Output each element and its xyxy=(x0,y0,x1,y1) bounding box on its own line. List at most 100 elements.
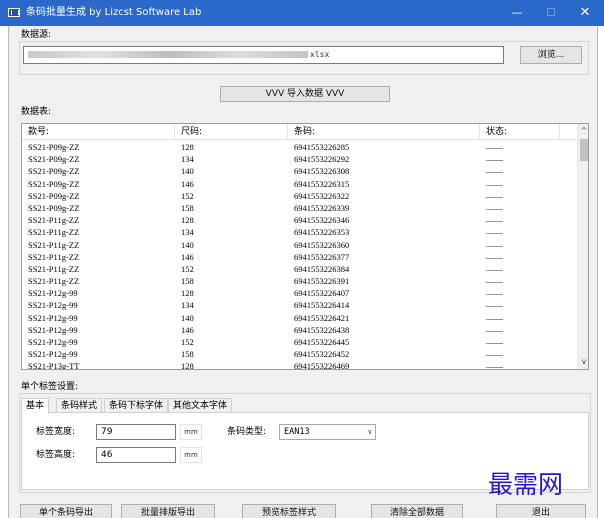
tab-basic[interactable]: 基本 xyxy=(21,398,50,414)
file-path-input[interactable]: xlsx xyxy=(23,46,504,64)
cell-size: 158 xyxy=(181,202,194,213)
cell-status: —— xyxy=(486,300,503,311)
table-row[interactable]: SS21-P09g-ZZ 134 6941553226292 —— xyxy=(22,153,577,165)
scroll-thumb[interactable] xyxy=(580,139,588,161)
table-row[interactable]: SS21-P11g-ZZ 152 6941553226384 —— xyxy=(22,263,577,275)
cell-barcode: 6941553226421 xyxy=(294,312,350,323)
table-row[interactable]: SS21-P11g-ZZ 146 6941553226377 —— xyxy=(22,251,577,263)
cell-barcode: 6941553226322 xyxy=(294,190,350,201)
cell-barcode: 6941553226452 xyxy=(294,349,350,360)
cell-style-no: SS21-P11g-ZZ xyxy=(28,227,80,238)
cell-size: 158 xyxy=(181,349,194,360)
table-scrollbar[interactable]: ^ v xyxy=(577,124,588,369)
cell-barcode: 6941553226285 xyxy=(294,142,350,152)
cell-status: —— xyxy=(486,349,503,360)
cell-barcode: 6941553226292 xyxy=(294,154,350,165)
label-height-label: 标签高度: xyxy=(36,450,76,460)
cell-size: 146 xyxy=(181,324,194,335)
tab-barcode-style[interactable]: 条码样式 xyxy=(56,398,103,413)
table-row[interactable]: SS21-P12g-99 146 6941553226438 —— xyxy=(22,324,577,336)
table-row[interactable]: SS21-P12g-99 134 6941553226414 —— xyxy=(22,299,577,311)
cell-size: 152 xyxy=(181,263,194,274)
scroll-up-icon[interactable]: ^ xyxy=(578,124,588,138)
column-header-size[interactable]: 尺码: xyxy=(175,124,288,140)
cell-size: 152 xyxy=(181,190,194,201)
cell-barcode: 6941553226414 xyxy=(294,300,350,311)
table-row[interactable]: SS21-P09g-ZZ 146 6941553226315 —— xyxy=(22,178,577,190)
batch-export-button[interactable]: 批量排版导出 xyxy=(121,504,215,518)
label-width-unit: mm xyxy=(180,424,202,440)
cell-status: —— xyxy=(486,324,503,335)
preview-style-button[interactable]: 预览标签样式 xyxy=(242,504,336,518)
table-row[interactable]: SS21-P11g-ZZ 134 6941553226353 —— xyxy=(22,226,577,238)
barcode-type-value: EAN13 xyxy=(284,427,310,437)
cell-style-no: SS21-P11g-ZZ xyxy=(28,239,80,250)
cell-barcode: 6941553226407 xyxy=(294,288,350,299)
file-path-extension: xlsx xyxy=(310,50,330,59)
chevron-down-icon: ∨ xyxy=(367,428,372,436)
import-data-button[interactable]: VVV 导入数据 VVV xyxy=(220,86,390,102)
cell-status: —— xyxy=(486,142,503,152)
tab-other-font[interactable]: 其他文本字体 xyxy=(168,398,233,413)
cell-style-no: SS21-P09g-ZZ xyxy=(28,202,80,213)
cell-status: —— xyxy=(486,312,503,323)
scroll-down-icon[interactable]: v xyxy=(578,355,588,369)
table-row[interactable]: SS21-P12g-99 140 6941553226421 —— xyxy=(22,312,577,324)
label-height-input[interactable]: 46 xyxy=(96,447,176,463)
close-button[interactable]: ✕ xyxy=(568,0,602,26)
label-width-label: 标签宽度: xyxy=(36,427,76,437)
table-row[interactable]: SS21-P11g-ZZ 158 6941553226391 —— xyxy=(22,275,577,287)
cell-status: —— xyxy=(486,227,503,238)
clear-all-button[interactable]: 清除全部数据 xyxy=(371,504,463,518)
cell-status: —— xyxy=(486,154,503,165)
cell-barcode: 6941553226384 xyxy=(294,263,350,274)
redacted-path xyxy=(28,51,308,58)
column-header-status[interactable]: 状态: xyxy=(480,124,560,140)
table-row[interactable]: SS21-P12g-99 128 6941553226407 —— xyxy=(22,287,577,299)
cell-barcode: 6941553226353 xyxy=(294,227,350,238)
cell-size: 128 xyxy=(181,288,194,299)
cell-style-no: SS21-P13g-TT xyxy=(28,361,80,370)
source-group-label: 数据源: xyxy=(21,30,52,40)
cell-style-no: SS21-P11g-ZZ xyxy=(28,215,80,226)
exit-button[interactable]: 退出 xyxy=(496,504,586,518)
cell-style-no: SS21-P12g-99 xyxy=(28,337,78,347)
cell-status: —— xyxy=(486,239,503,250)
table-row[interactable]: SS21-P09g-ZZ 158 6941553226339 —— xyxy=(22,202,577,214)
table-row[interactable]: SS21-P12g-99 158 6941553226452 —— xyxy=(22,348,577,360)
cell-status: —— xyxy=(486,202,503,213)
cell-style-no: SS21-P09g-ZZ xyxy=(28,178,80,189)
cell-status: —— xyxy=(486,215,503,226)
barcode-type-select[interactable]: EAN13 ∨ xyxy=(279,424,376,440)
browse-button[interactable]: 浏览... xyxy=(520,46,582,64)
cell-size: 158 xyxy=(181,276,194,287)
maximize-button[interactable]: ☐ xyxy=(534,0,568,26)
label-width-input[interactable]: 79 xyxy=(96,424,176,440)
cell-status: —— xyxy=(486,288,503,299)
cell-style-no: SS21-P12g-99 xyxy=(28,300,78,311)
table-row[interactable]: SS21-P09g-ZZ 128 6941553226285 —— xyxy=(22,141,577,153)
column-header-barcode[interactable]: 条码: xyxy=(288,124,480,140)
column-header-style-no[interactable]: 款号: xyxy=(22,124,175,140)
cell-barcode: 6941553226438 xyxy=(294,324,350,335)
cell-size: 140 xyxy=(181,166,194,177)
export-single-button[interactable]: 单个条码导出 xyxy=(20,504,112,518)
table-row[interactable]: SS21-P12g-99 152 6941553226445 —— xyxy=(22,336,577,348)
cell-barcode: 6941553226360 xyxy=(294,239,350,250)
table-row[interactable]: SS21-P09g-ZZ 140 6941553226308 —— xyxy=(22,165,577,177)
table-row[interactable]: SS21-P09g-ZZ 152 6941553226322 —— xyxy=(22,190,577,202)
table-row[interactable]: SS21-P11g-ZZ 128 6941553226346 —— xyxy=(22,214,577,226)
table-row[interactable]: SS21-P13g-TT 128 6941553226469 —— xyxy=(22,360,577,370)
cell-size: 134 xyxy=(181,227,194,238)
cell-size: 152 xyxy=(181,337,194,347)
label-settings-group-label: 单个标签设置: xyxy=(21,382,79,392)
minimize-button[interactable]: — xyxy=(500,0,534,26)
cell-style-no: SS21-P09g-ZZ xyxy=(28,142,80,152)
cell-barcode: 6941553226391 xyxy=(294,276,350,287)
cell-style-no: SS21-P12g-99 xyxy=(28,312,78,323)
table-group-label: 数据表: xyxy=(21,107,52,117)
cell-barcode: 6941553226315 xyxy=(294,178,350,189)
table-row[interactable]: SS21-P11g-ZZ 140 6941553226360 —— xyxy=(22,239,577,251)
data-table[interactable]: 款号: 尺码: 条码: 状态: SS21-P09g-ZZ 128 694155322… xyxy=(21,123,589,370)
tab-barcode-font[interactable]: 条码下标字体 xyxy=(104,398,169,413)
